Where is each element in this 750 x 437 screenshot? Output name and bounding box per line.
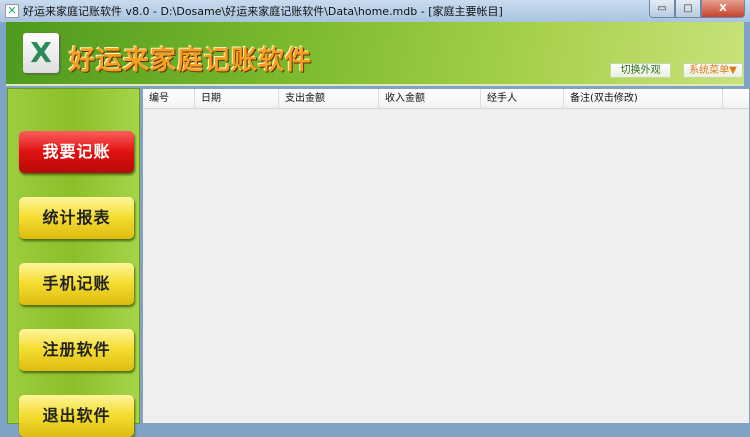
register-button[interactable]: 注册软件 bbox=[19, 329, 134, 371]
logo-icon: X bbox=[23, 33, 59, 73]
switch-skin-button[interactable]: 切换外观 bbox=[610, 63, 671, 78]
column-header-expense[interactable]: 支出金额 bbox=[279, 89, 379, 109]
column-header-id[interactable]: 编号 bbox=[143, 89, 195, 109]
table-header: 编号 日期 支出金额 收入金额 经手人 备注(双击修改) bbox=[143, 89, 749, 109]
sidebar: 我要记账 统计报表 手机记账 注册软件 退出软件 bbox=[7, 88, 140, 437]
report-button[interactable]: 统计报表 bbox=[19, 197, 134, 239]
title-bar: ✕ 好运来家庭记账软件 v8.0 - D:\Dosame\好运来家庭记账软件\D… bbox=[0, 0, 750, 22]
minimize-button[interactable]: ▭ bbox=[649, 0, 675, 18]
column-header-handler[interactable]: 经手人 bbox=[481, 89, 564, 109]
column-header-income[interactable]: 收入金额 bbox=[379, 89, 481, 109]
system-menu-button[interactable]: 系统菜单▼ bbox=[683, 63, 743, 78]
records-table[interactable]: 编号 日期 支出金额 收入金额 经手人 备注(双击修改) bbox=[142, 88, 750, 424]
record-button[interactable]: 我要记账 bbox=[19, 131, 134, 173]
column-header-note[interactable]: 备注(双击修改) bbox=[564, 89, 723, 109]
column-header-date[interactable]: 日期 bbox=[195, 89, 279, 109]
maximize-button[interactable]: □ bbox=[675, 0, 701, 18]
window-title: 好运来家庭记账软件 v8.0 - D:\Dosame\好运来家庭记账软件\Dat… bbox=[23, 5, 503, 18]
app-header: X 好运来家庭记账软件 切换外观 系统菜单▼ bbox=[6, 22, 744, 86]
app-icon: ✕ bbox=[5, 4, 19, 18]
exit-button[interactable]: 退出软件 bbox=[19, 395, 134, 437]
close-button[interactable]: X bbox=[701, 0, 745, 18]
app-title: 好运来家庭记账软件 bbox=[69, 46, 313, 76]
mobile-record-button[interactable]: 手机记账 bbox=[19, 263, 134, 305]
